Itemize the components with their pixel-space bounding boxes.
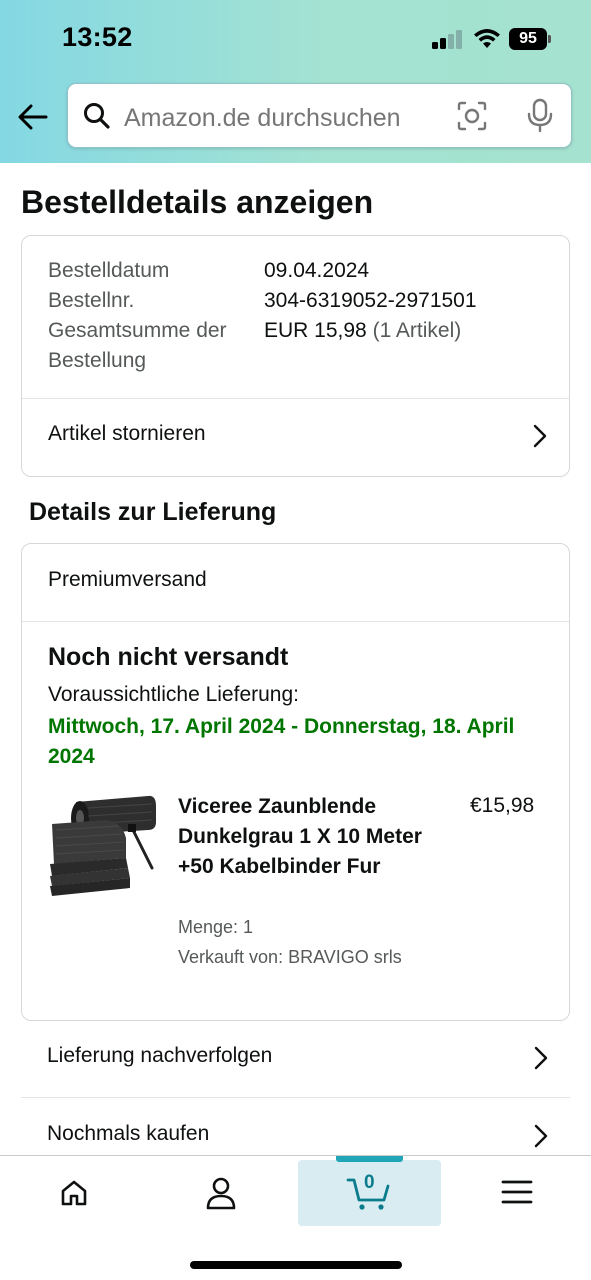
home-icon (61, 1180, 87, 1206)
header-area: 13:52 95 Amazon.de durchsuchen (0, 0, 591, 163)
shipment-status: Noch nicht versandt (48, 643, 289, 671)
expected-delivery-label: Voraussichtliche Lieferung: (48, 683, 299, 706)
wifi-icon (474, 29, 500, 48)
status-time: 13:52 (62, 22, 133, 52)
delivery-section-title: Details zur Lieferung (29, 498, 277, 526)
order-number-label: Bestellnr. (48, 289, 135, 312)
search-bar[interactable]: Amazon.de durchsuchen (67, 83, 572, 148)
buy-again-label: Nochmals kaufen (47, 1122, 210, 1145)
order-total-value: EUR 15,98 (1 Artikel) (264, 316, 461, 346)
shipping-method: Premiumversand (48, 568, 207, 591)
product-title[interactable]: Viceree Zaunblende Dunkelgrau 1 X 10 Met… (178, 792, 438, 882)
track-delivery-label: Lieferung nachverfolgen (47, 1044, 273, 1067)
chevron-right-icon (534, 1124, 548, 1148)
order-total-amount: EUR 15,98 (264, 319, 367, 342)
product-price: €15,98 (470, 794, 535, 817)
battery-level: 95 (509, 28, 547, 50)
product-image[interactable] (48, 794, 158, 899)
order-summary-card: Bestelldatum 09.04.2024 Bestellnr. 304-6… (21, 235, 570, 477)
divider (22, 621, 569, 622)
nav-account-button[interactable] (150, 1156, 290, 1226)
product-quantity: Menge: 1 (178, 917, 254, 937)
order-date-label: Bestelldatum (48, 259, 170, 282)
search-icon (84, 103, 110, 129)
track-delivery-row[interactable]: Lieferung nachverfolgen (21, 1020, 570, 1096)
cart-count-badge: 0 (364, 1172, 375, 1193)
order-item-count: (1 Artikel) (372, 319, 462, 342)
camera-search-icon[interactable] (456, 100, 488, 132)
delivery-card: Premiumversand Noch nicht versandt Vorau… (21, 543, 570, 1021)
status-bar: 13:52 95 (0, 0, 591, 80)
page-title: Bestelldetails anzeigen (21, 184, 374, 220)
cellular-signal-icon (432, 30, 464, 49)
bottom-navigation: 0 (0, 1155, 591, 1280)
chevron-right-icon (533, 424, 547, 448)
microphone-icon[interactable] (524, 98, 556, 134)
expected-delivery-dates: Mittwoch, 17. April 2024 - Donnerstag, 1… (48, 715, 515, 768)
nav-home-button[interactable] (4, 1156, 144, 1226)
cancel-items-label: Artikel stornieren (48, 422, 206, 445)
nav-menu-button[interactable] (446, 1156, 586, 1226)
cancel-items-row[interactable]: Artikel stornieren (22, 399, 569, 476)
menu-icon (501, 1180, 533, 1204)
order-date-value: 09.04.2024 (264, 259, 370, 282)
order-total-label: Gesamtsumme der Bestellung (48, 319, 227, 372)
product-seller: Verkauft von: BRAVIGO srls (178, 947, 402, 967)
order-number-value: 304-6319052-2971501 (264, 289, 477, 312)
account-icon (206, 1177, 236, 1210)
battery-icon: 95 (509, 28, 552, 50)
home-indicator (190, 1261, 402, 1269)
chevron-right-icon (534, 1046, 548, 1070)
search-input[interactable]: Amazon.de durchsuchen (124, 104, 401, 133)
back-arrow-icon[interactable] (16, 100, 50, 134)
